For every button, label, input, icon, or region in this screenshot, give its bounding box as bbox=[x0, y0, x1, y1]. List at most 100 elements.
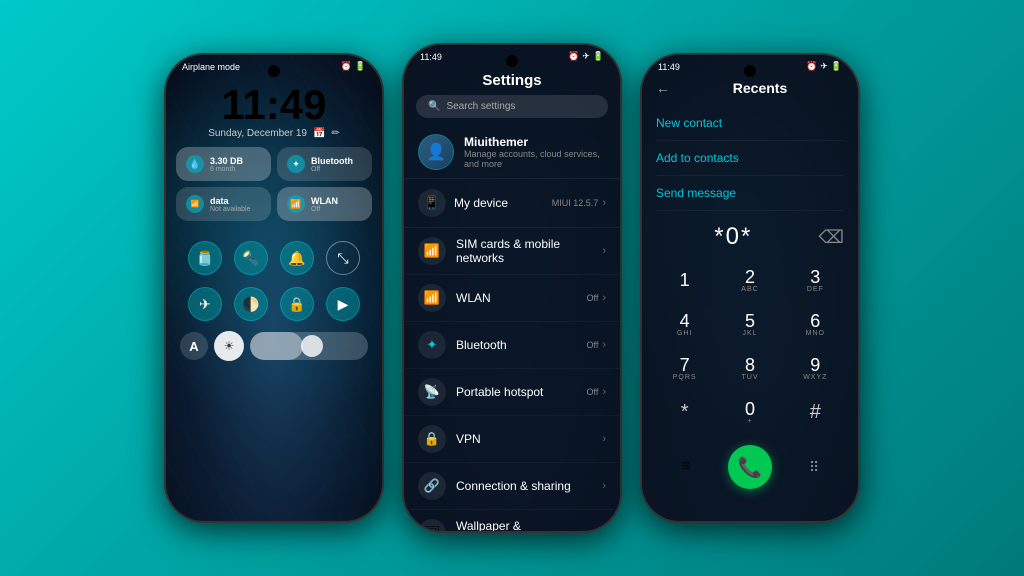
call-button[interactable]: 📞 bbox=[728, 445, 772, 489]
settings-item-bluetooth[interactable]: ✦ Bluetooth Off › bbox=[404, 322, 620, 369]
notification-btn[interactable]: 🔔 bbox=[280, 241, 314, 275]
menu-button[interactable]: ≡ bbox=[668, 449, 704, 485]
conn-label: Connection & sharing bbox=[456, 479, 571, 493]
sim-text: SIM cards & mobile networks bbox=[456, 237, 602, 265]
wlan-label: WLAN bbox=[311, 196, 338, 206]
key-hash-num: # bbox=[810, 402, 821, 422]
recent-item-send-message[interactable]: Send message bbox=[656, 176, 844, 211]
key-1[interactable]: 1 bbox=[659, 259, 711, 301]
mobile-data-card[interactable]: 📶 data Not available bbox=[176, 187, 271, 221]
profile-row[interactable]: 👤 Miuithemer Manage accounts, cloud serv… bbox=[404, 126, 620, 179]
brightness-toggle[interactable]: ☀ bbox=[214, 331, 244, 361]
phone-lockscreen: Airplane mode ⏰ 🔋 11:49 Sunday, December… bbox=[164, 53, 384, 523]
font-size-label[interactable]: A bbox=[180, 332, 208, 360]
toggle-row-2: 📶 data Not available 📶 WLAN Off bbox=[176, 187, 372, 221]
sim-item-left: 📶 SIM cards & mobile networks bbox=[418, 237, 602, 265]
bt-item-text: Bluetooth bbox=[456, 338, 507, 352]
mobile-data-sub: Not available bbox=[210, 206, 250, 213]
key-9[interactable]: 9 WXYZ bbox=[789, 347, 841, 389]
new-contact-link[interactable]: New contact bbox=[656, 116, 722, 130]
signal-icon-3: ✈ bbox=[820, 61, 828, 72]
location-btn[interactable]: ▶ bbox=[326, 287, 360, 321]
punch-hole-2 bbox=[506, 55, 518, 67]
punch-hole-3 bbox=[744, 65, 756, 77]
send-message-link[interactable]: Send message bbox=[656, 186, 736, 200]
brightness-slider[interactable] bbox=[250, 332, 368, 360]
settings-item-wallpaper[interactable]: 🖼 Wallpaper & personalization › bbox=[404, 510, 620, 531]
settings-title: Settings bbox=[404, 64, 620, 95]
sim-chevron: › bbox=[602, 245, 606, 257]
flashlight-btn[interactable]: 🫙 bbox=[188, 241, 222, 275]
theme-btn[interactable]: 🌓 bbox=[234, 287, 268, 321]
dialpad-button[interactable]: ⠿ bbox=[796, 449, 832, 485]
avatar: 👤 bbox=[418, 134, 454, 170]
key-2-alpha: ABC bbox=[741, 286, 758, 293]
dialer-display: *0* ⌫ bbox=[642, 215, 858, 255]
bt-item-right: Off › bbox=[586, 339, 606, 351]
phone-icon: 📞 bbox=[738, 455, 763, 480]
key-7[interactable]: 7 PQRS bbox=[659, 347, 711, 389]
mobile-data-label: data bbox=[210, 196, 250, 206]
data-usage-card[interactable]: 💧 3.30 DB 6 month bbox=[176, 147, 271, 181]
vpn-icon: 🔒 bbox=[418, 425, 446, 453]
search-bar[interactable]: 🔍 Search settings bbox=[416, 95, 608, 118]
airplane-label: Airplane mode bbox=[182, 62, 240, 72]
key-8[interactable]: 8 TUV bbox=[724, 347, 776, 389]
toggle-row-1: 💧 3.30 DB 6 month ✦ Bluetooth Off bbox=[176, 147, 372, 181]
wlan-item-right: Off › bbox=[586, 292, 606, 304]
wlan-toggle-text: WLAN Off bbox=[311, 196, 338, 213]
settings-item-sim[interactable]: 📶 SIM cards & mobile networks › bbox=[404, 228, 620, 275]
key-3[interactable]: 3 DEF bbox=[789, 259, 841, 301]
key-4-alpha: GHI bbox=[677, 330, 692, 337]
backspace-button[interactable]: ⌫ bbox=[819, 227, 844, 248]
settings-status-icons: ⏰ ✈ 🔋 bbox=[568, 51, 604, 62]
key-0-num: 0 bbox=[745, 400, 755, 418]
battery-icon: 🔋 bbox=[355, 61, 366, 72]
wallpaper-item-left: 🖼 Wallpaper & personalization bbox=[418, 519, 602, 531]
settings-item-connection[interactable]: 🔗 Connection & sharing › bbox=[404, 463, 620, 510]
key-8-num: 8 bbox=[745, 356, 755, 374]
key-6[interactable]: 6 MNO bbox=[789, 303, 841, 345]
wlan-card[interactable]: 📶 WLAN Off bbox=[277, 187, 372, 221]
recent-item-new-contact[interactable]: New contact bbox=[656, 106, 844, 141]
key-2[interactable]: 2 ABC bbox=[724, 259, 776, 301]
key-hash[interactable]: # bbox=[789, 391, 841, 433]
key-8-alpha: TUV bbox=[741, 374, 758, 381]
wlan-item-left: 📶 WLAN bbox=[418, 284, 491, 312]
key-5[interactable]: 5 JKL bbox=[724, 303, 776, 345]
data-icon: 💧 bbox=[186, 155, 204, 173]
wifi-icon: 📶 bbox=[287, 195, 305, 213]
torch-btn[interactable]: 🔦 bbox=[234, 241, 268, 275]
conn-text: Connection & sharing bbox=[456, 479, 571, 493]
hotspot-label: Portable hotspot bbox=[456, 385, 543, 399]
my-device-label: My device bbox=[454, 196, 508, 210]
date-display: Sunday, December 19 📅 ✏ bbox=[166, 128, 382, 139]
key-6-alpha: MNO bbox=[806, 330, 825, 337]
icon-buttons-row2: ✈ 🌓 🔒 ▶ bbox=[166, 281, 382, 327]
key-5-alpha: JKL bbox=[742, 330, 757, 337]
bt-settings-icon: ✦ bbox=[418, 331, 446, 359]
settings-item-hotspot[interactable]: 📡 Portable hotspot Off › bbox=[404, 369, 620, 416]
screen-btn[interactable]: ⤡ bbox=[326, 241, 360, 275]
profile-sub: Manage accounts, cloud services, and mor… bbox=[464, 149, 606, 169]
key-star[interactable]: * bbox=[659, 391, 711, 433]
brightness-fill bbox=[250, 332, 303, 360]
back-button[interactable]: ← bbox=[656, 80, 670, 96]
settings-item-wlan[interactable]: 📶 WLAN Off › bbox=[404, 275, 620, 322]
key-0[interactable]: 0 + bbox=[724, 391, 776, 433]
bt-chevron: › bbox=[602, 339, 606, 351]
airplane-btn[interactable]: ✈ bbox=[188, 287, 222, 321]
key-4[interactable]: 4 GHI bbox=[659, 303, 711, 345]
settings-item-vpn[interactable]: 🔒 VPN › bbox=[404, 416, 620, 463]
bluetooth-card[interactable]: ✦ Bluetooth Off bbox=[277, 147, 372, 181]
vpn-item-left: 🔒 VPN bbox=[418, 425, 481, 453]
add-contacts-link[interactable]: Add to contacts bbox=[656, 151, 739, 165]
my-device-row[interactable]: 📱 My device MIUI 12.5.7 › bbox=[404, 179, 620, 228]
device-row-right: MIUI 12.5.7 › bbox=[552, 197, 606, 209]
vpn-chevron: › bbox=[602, 433, 606, 445]
hotspot-icon: 📡 bbox=[418, 378, 446, 406]
recent-item-add-contact[interactable]: Add to contacts bbox=[656, 141, 844, 176]
wallpaper-icon: 🖼 bbox=[418, 519, 446, 531]
wallpaper-chevron: › bbox=[602, 527, 606, 531]
lock-btn[interactable]: 🔒 bbox=[280, 287, 314, 321]
